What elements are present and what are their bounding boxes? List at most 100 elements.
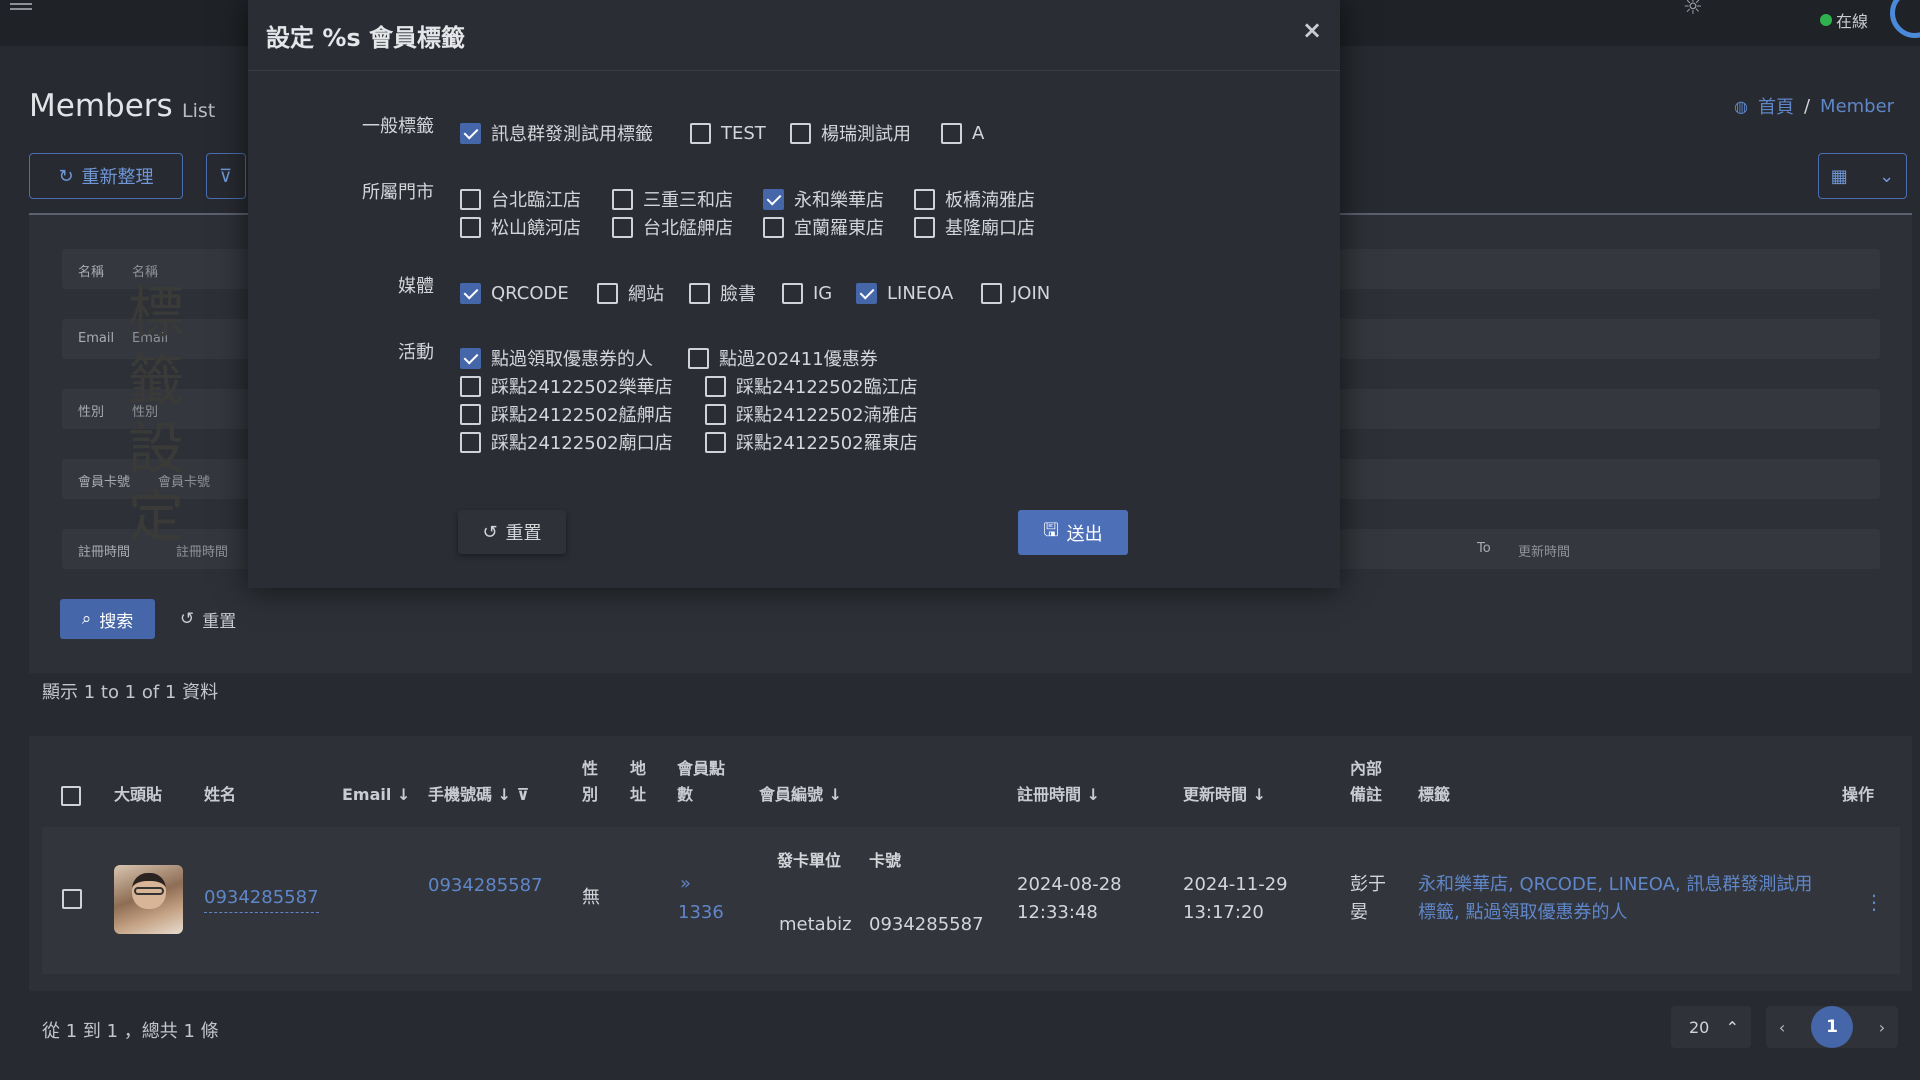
- tag-checkbox[interactable]: [856, 282, 877, 304]
- tag-checkbox[interactable]: [790, 122, 811, 144]
- reg-date: 2024-08-28: [1017, 874, 1122, 895]
- refresh-button[interactable]: ↻ 重新整理: [29, 153, 183, 199]
- sort-icon[interactable]: ↓: [829, 785, 842, 804]
- tag-option[interactable]: 臉書: [689, 281, 756, 305]
- select-all-checkbox[interactable]: [61, 786, 81, 806]
- breadcrumb-home[interactable]: 首頁: [1758, 93, 1794, 119]
- filter-button[interactable]: ⊽: [206, 153, 246, 199]
- tag-checkbox[interactable]: [460, 282, 481, 304]
- tag-checkbox[interactable]: [782, 282, 803, 304]
- tag-option[interactable]: IG: [782, 281, 832, 305]
- prev-page-icon[interactable]: ‹: [1779, 1018, 1785, 1037]
- tag-checkbox[interactable]: [688, 347, 709, 369]
- points-link-icon[interactable]: »: [680, 870, 691, 898]
- modal-reset-button[interactable]: ↺ 重置: [458, 510, 566, 554]
- tag-checkbox[interactable]: [689, 282, 710, 304]
- tag-option[interactable]: 板橋湳雅店: [914, 187, 1035, 211]
- filter-reset-button[interactable]: ↺ 重置: [180, 599, 260, 639]
- sun-icon[interactable]: ☼: [1683, 0, 1713, 20]
- result-count: 顯示 1 to 1 of 1 資料: [42, 682, 219, 703]
- tag-option[interactable]: TEST: [690, 121, 766, 145]
- row-checkbox[interactable]: [62, 889, 82, 909]
- tag-option[interactable]: 永和樂華店: [763, 187, 884, 211]
- tag-option[interactable]: 基隆廟口店: [914, 215, 1035, 239]
- tag-checkbox[interactable]: [612, 216, 633, 238]
- tag-checkbox[interactable]: [981, 282, 1002, 304]
- breadcrumb-current[interactable]: Member: [1820, 96, 1894, 117]
- menu-icon[interactable]: [10, 0, 32, 12]
- filter-input[interactable]: 名稱: [132, 261, 158, 280]
- member-points[interactable]: 1336: [678, 899, 724, 927]
- search-label: 搜索: [99, 611, 134, 632]
- column-toggle-button[interactable]: ▦ ⌄: [1818, 153, 1907, 199]
- tag-option[interactable]: QRCODE: [460, 281, 569, 305]
- tag-option[interactable]: 台北艋舺店: [612, 215, 733, 239]
- th-member-no[interactable]: 會員編號 ↓: [759, 782, 842, 808]
- tag-option[interactable]: 點過202411優惠券: [688, 346, 878, 370]
- filter-input-end[interactable]: 更新時間: [1518, 541, 1570, 560]
- row-actions-icon[interactable]: ⋮: [1864, 890, 1884, 914]
- tag-option[interactable]: 踩點24122502湳雅店: [705, 402, 918, 426]
- tag-option[interactable]: JOIN: [981, 281, 1050, 305]
- tag-checkbox[interactable]: [460, 216, 481, 238]
- tag-checkbox[interactable]: [460, 403, 481, 425]
- sort-icon[interactable]: ↓: [1087, 785, 1100, 804]
- tag-checkbox[interactable]: [705, 431, 726, 453]
- sort-icon[interactable]: ↓: [498, 785, 511, 804]
- tag-option[interactable]: 台北臨江店: [460, 187, 581, 211]
- filter-icon[interactable]: ⊽: [517, 785, 530, 804]
- th-upd-time[interactable]: 更新時間 ↓: [1183, 782, 1266, 808]
- tag-checkbox[interactable]: [914, 188, 935, 210]
- th-reg-time[interactable]: 註冊時間 ↓: [1017, 782, 1100, 808]
- tag-checkbox[interactable]: [460, 375, 481, 397]
- tag-option[interactable]: 松山饒河店: [460, 215, 581, 239]
- th-email[interactable]: Email ↓: [342, 782, 410, 808]
- tag-option[interactable]: 宜蘭羅東店: [763, 215, 884, 239]
- tag-checkbox[interactable]: [460, 122, 481, 144]
- tag-option-label: 宜蘭羅東店: [794, 218, 884, 239]
- tag-option[interactable]: 訊息群發測試用標籤: [460, 121, 653, 145]
- filter-label: 性別: [78, 405, 105, 420]
- modal-submit-button[interactable]: 🖫 送出: [1018, 510, 1128, 555]
- member-phone[interactable]: 0934285587: [428, 872, 543, 900]
- search-button[interactable]: ⌕ 搜索: [60, 599, 155, 639]
- page-title: Members: [29, 88, 173, 124]
- tag-option[interactable]: 踩點24122502樂華店: [460, 374, 673, 398]
- tag-checkbox[interactable]: [763, 188, 784, 210]
- tag-option[interactable]: LINEOA: [856, 281, 953, 305]
- tag-option[interactable]: A: [941, 121, 984, 145]
- chevron-up-icon: ⌃: [1725, 1017, 1739, 1037]
- tag-checkbox[interactable]: [460, 347, 481, 369]
- tag-checkbox[interactable]: [705, 375, 726, 397]
- sort-icon[interactable]: ↓: [1253, 785, 1266, 804]
- tag-option[interactable]: 踩點24122502艋舺店: [460, 402, 673, 426]
- tag-checkbox[interactable]: [460, 188, 481, 210]
- member-name-link[interactable]: 0934285587: [204, 884, 319, 913]
- modal-reset-label: 重置: [505, 523, 542, 544]
- next-page-icon[interactable]: ›: [1879, 1018, 1885, 1037]
- tag-checkbox[interactable]: [914, 216, 935, 238]
- tag-option[interactable]: 三重三和店: [612, 187, 733, 211]
- tag-option[interactable]: 踩點24122502廟口店: [460, 430, 673, 454]
- tag-option[interactable]: 網站: [597, 281, 664, 305]
- tag-option[interactable]: 點過領取優惠券的人: [460, 346, 653, 370]
- user-avatar[interactable]: [1890, 0, 1920, 38]
- sort-icon[interactable]: ↓: [397, 785, 410, 804]
- online-label: 在線: [1836, 12, 1869, 31]
- page-size-select[interactable]: 20 ⌃: [1671, 1006, 1751, 1048]
- group-label-general: 一般標籤: [362, 116, 434, 137]
- th-phone[interactable]: 手機號碼 ↓ ⊽: [428, 782, 530, 808]
- tag-option[interactable]: 踩點24122502臨江店: [705, 374, 918, 398]
- tag-checkbox[interactable]: [705, 403, 726, 425]
- tag-option[interactable]: 踩點24122502羅東店: [705, 430, 918, 454]
- tag-checkbox[interactable]: [597, 282, 618, 304]
- tag-checkbox[interactable]: [941, 122, 962, 144]
- tag-checkbox[interactable]: [612, 188, 633, 210]
- tag-option[interactable]: 楊瑞測試用: [790, 121, 911, 145]
- tag-checkbox[interactable]: [690, 122, 711, 144]
- page-number-current[interactable]: 1: [1810, 1006, 1853, 1048]
- tag-checkbox[interactable]: [763, 216, 784, 238]
- tag-checkbox[interactable]: [460, 431, 481, 453]
- member-tags[interactable]: 永和樂華店, QRCODE, LINEOA, 訊息群發測試用標籤, 點過領取優惠…: [1418, 871, 1818, 927]
- close-icon[interactable]: ×: [1302, 16, 1322, 44]
